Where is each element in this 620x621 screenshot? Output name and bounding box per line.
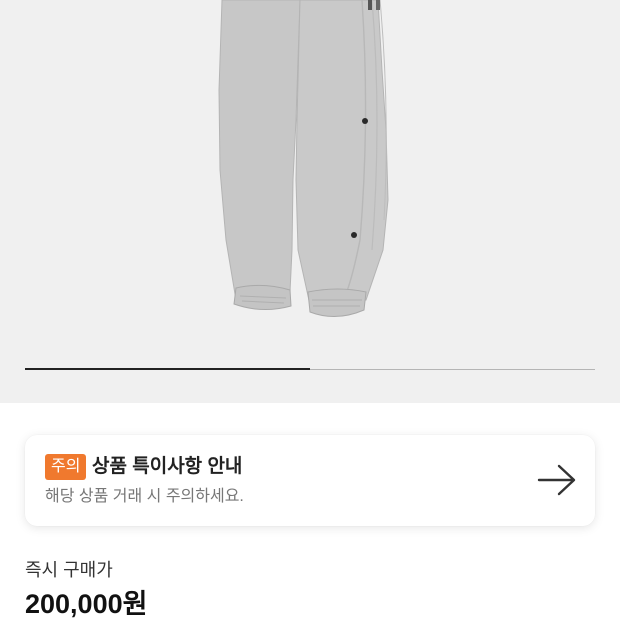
notice-title: 상품 특이사항 안내 (92, 456, 243, 477)
arrow-right-icon[interactable] (537, 462, 577, 498)
notice-subtitle: 해당 상품 거래 시 주의하세요. (45, 488, 244, 505)
sweatpants-product-image (218, 0, 389, 317)
caution-badge: 주의 (45, 454, 87, 480)
slide-progress-fill (25, 368, 310, 370)
product-image-gallery[interactable] (0, 0, 620, 403)
buy-now-price-label: 즉시 구매가 (25, 560, 113, 580)
product-notice-card[interactable]: 주의 상품 특이사항 안내 해당 상품 거래 시 주의하세요. (25, 435, 595, 526)
slide-progress-track (25, 368, 595, 370)
buy-now-price: 200,000원 (25, 589, 148, 619)
